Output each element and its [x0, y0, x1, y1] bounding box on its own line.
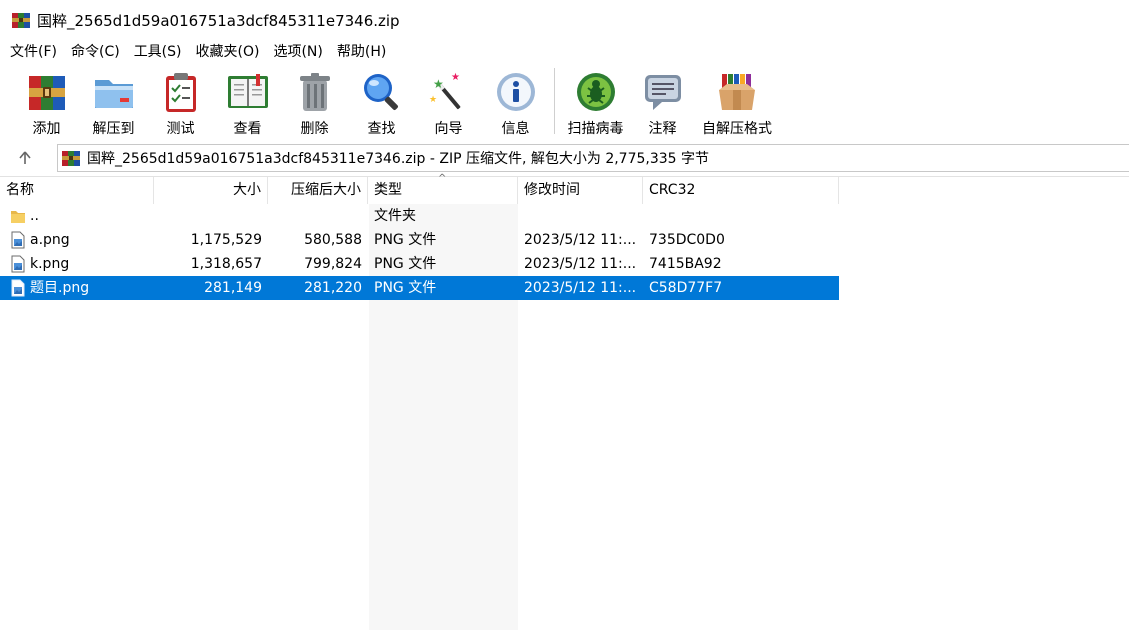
toolbar: 添加 解压到 测试 查看 删除 查找 ★ ★ ★ 向导 信息 扫描病毒 注释 自… — [0, 64, 1129, 142]
menu-tools[interactable]: 工具(S) — [127, 41, 189, 63]
add-archive-icon — [28, 76, 65, 110]
row-name: .. — [30, 208, 39, 224]
header-modified[interactable]: 修改时间 — [518, 177, 643, 204]
path-field[interactable]: 国粹_2565d1d59a016751a3dcf845311e7346.zip … — [57, 144, 1129, 172]
scan-virus-label: 扫描病毒 — [567, 121, 624, 137]
row-name: 题目.png — [30, 280, 90, 296]
trash-can-icon — [299, 73, 330, 111]
row-name: a.png — [30, 232, 70, 248]
svg-text:★: ★ — [433, 77, 444, 91]
delete-label: 删除 — [300, 121, 329, 137]
comment-button[interactable]: 注释 — [629, 64, 696, 138]
cell-packed: 580,588 — [304, 232, 362, 248]
add-label: 添加 — [32, 121, 61, 137]
comment-label: 注释 — [648, 121, 677, 137]
address-bar: 国粹_2565d1d59a016751a3dcf845311e7346.zip … — [0, 142, 1129, 174]
menu-commands[interactable]: 命令(C) — [64, 41, 127, 63]
up-one-level-button[interactable] — [0, 144, 50, 172]
png-file-icon — [11, 231, 25, 249]
cell-size: 281,149 — [204, 280, 262, 296]
extract-to-button[interactable]: 解压到 — [80, 64, 147, 138]
table-row-selected[interactable]: 题目.png 281,149 281,220 PNG 文件 2023/5/12 … — [0, 276, 839, 300]
cell-name: 题目.png — [10, 276, 150, 300]
header-crc[interactable]: CRC32 — [643, 177, 839, 204]
file-list: 名称 大小 压缩后大小 类型 修改时间 CRC32 ^ .. 文件夹 a.png… — [0, 173, 1129, 630]
cell-size: 1,175,529 — [190, 232, 262, 248]
png-file-icon — [11, 279, 25, 297]
menu-favorites[interactable]: 收藏夹(O) — [189, 41, 267, 63]
cell-type: PNG 文件 — [374, 256, 437, 272]
comment-icon — [644, 75, 681, 110]
magic-wand-icon: ★ ★ ★ — [429, 72, 460, 110]
scan-virus-button[interactable]: 扫描病毒 — [562, 64, 629, 138]
row-name: k.png — [30, 256, 70, 272]
header-packed[interactable]: 压缩后大小 — [268, 177, 368, 204]
sfx-button[interactable]: 自解压格式 — [696, 64, 778, 138]
svg-text:★: ★ — [429, 95, 437, 105]
cell-modified: 2023/5/12 11:... — [524, 232, 637, 248]
table-row[interactable]: k.png 1,318,657 799,824 PNG 文件 2023/5/12… — [0, 252, 839, 276]
test-label: 测试 — [166, 121, 195, 137]
find-button[interactable]: 查找 — [348, 64, 415, 138]
path-text: 国粹_2565d1d59a016751a3dcf845311e7346.zip … — [87, 151, 710, 167]
folder-icon — [11, 211, 25, 223]
info-button[interactable]: 信息 — [482, 64, 549, 138]
archive-icon — [62, 151, 80, 166]
cell-modified: 2023/5/12 11:... — [524, 280, 637, 296]
folder-extract-icon — [94, 80, 133, 108]
find-label: 查找 — [367, 121, 396, 137]
menu-file[interactable]: 文件(F) — [3, 41, 64, 63]
header-name[interactable]: 名称 — [0, 177, 154, 204]
clipboard-check-icon — [165, 73, 196, 112]
svg-text:★: ★ — [451, 72, 460, 83]
sort-ascending-icon: ^ — [438, 173, 447, 184]
table-row[interactable]: .. 文件夹 — [0, 204, 839, 228]
menu-options[interactable]: 选项(N) — [266, 41, 329, 63]
window-title: 国粹_2565d1d59a016751a3dcf845311e7346.zip — [37, 11, 400, 30]
cell-packed — [268, 204, 362, 228]
magnifier-icon — [363, 74, 398, 110]
menu-bar: 文件(F) 命令(C) 工具(S) 收藏夹(O) 选项(N) 帮助(H) — [0, 40, 1129, 64]
cell-crc: 7415BA92 — [649, 256, 722, 272]
arrow-up-icon — [19, 151, 31, 164]
cell-modified: 2023/5/12 11:... — [524, 256, 637, 272]
cell-crc — [649, 204, 829, 228]
info-icon — [496, 73, 535, 111]
cell-crc: 735DC0D0 — [649, 232, 725, 248]
extract-to-label: 解压到 — [92, 121, 135, 137]
cell-name: k.png — [10, 252, 150, 276]
wizard-button[interactable]: ★ ★ ★ 向导 — [415, 64, 482, 138]
open-book-icon — [227, 74, 268, 108]
table-row[interactable]: a.png 1,175,529 580,588 PNG 文件 2023/5/12… — [0, 228, 839, 252]
cell-packed: 799,824 — [304, 256, 362, 272]
menu-help[interactable]: 帮助(H) — [330, 41, 393, 63]
png-file-icon — [11, 255, 25, 273]
title-bar: 国粹_2565d1d59a016751a3dcf845311e7346.zip — [0, 0, 1129, 40]
cell-name: a.png — [10, 228, 150, 252]
header-size[interactable]: 大小 — [154, 177, 268, 204]
delete-button[interactable]: 删除 — [281, 64, 348, 138]
test-button[interactable]: 测试 — [147, 64, 214, 138]
cell-type: PNG 文件 — [374, 280, 437, 296]
virus-scan-icon — [576, 73, 615, 111]
view-label: 查看 — [233, 121, 262, 137]
add-button[interactable]: 添加 — [13, 64, 80, 138]
info-label: 信息 — [501, 121, 530, 137]
view-button[interactable]: 查看 — [214, 64, 281, 138]
cell-packed: 281,220 — [304, 280, 362, 296]
cell-modified — [524, 204, 640, 228]
cell-size — [154, 204, 262, 228]
toolbar-separator — [554, 68, 555, 134]
sfx-box-icon — [719, 74, 755, 110]
cell-type: 文件夹 — [374, 208, 416, 224]
cell-crc: C58D77F7 — [649, 280, 723, 296]
cell-size: 1,318,657 — [190, 256, 262, 272]
list-header: 名称 大小 压缩后大小 类型 修改时间 CRC32 ^ — [0, 173, 1129, 204]
cell-name: .. — [10, 204, 150, 228]
sfx-label: 自解压格式 — [702, 121, 772, 137]
wizard-label: 向导 — [434, 121, 463, 137]
cell-type: PNG 文件 — [374, 232, 437, 248]
winrar-app-icon — [12, 13, 30, 28]
